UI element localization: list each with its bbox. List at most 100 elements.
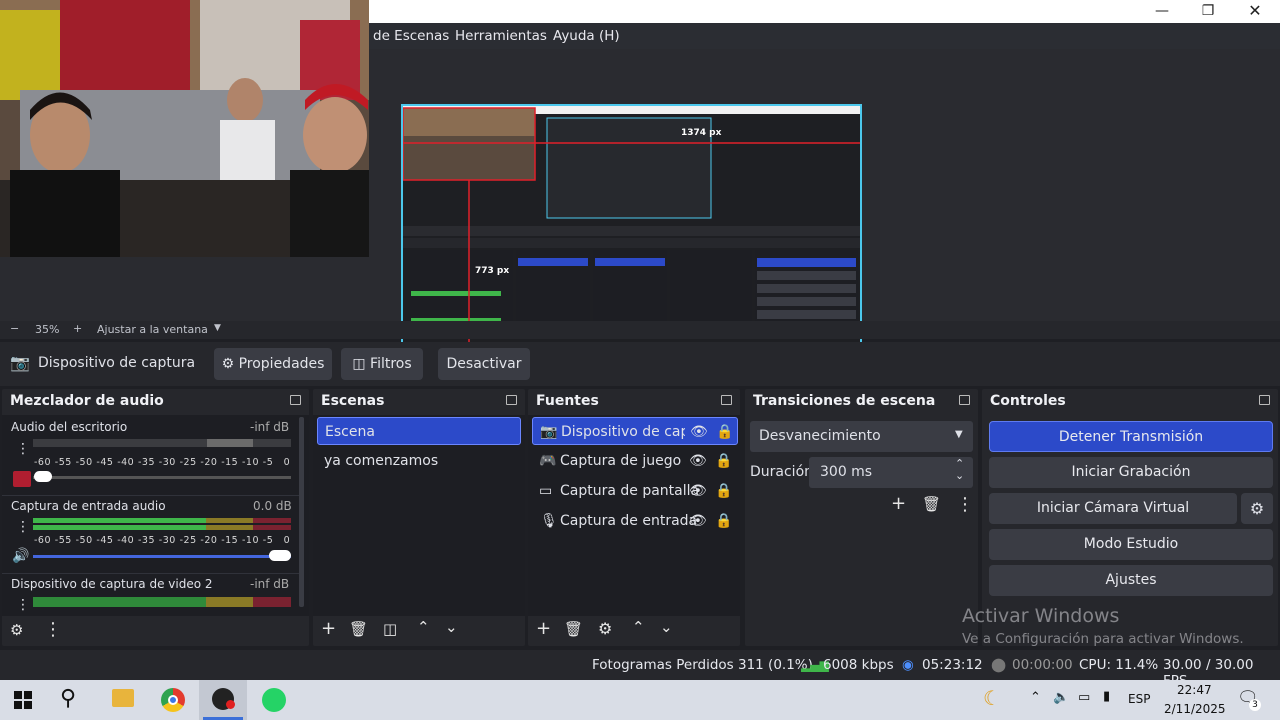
bitrate: 6008 kbps bbox=[823, 657, 894, 673]
file-explorer-icon[interactable] bbox=[112, 689, 134, 707]
chevron-down-icon[interactable]: ▼ bbox=[214, 323, 221, 333]
chevron-down-icon[interactable]: ⌄ bbox=[660, 618, 673, 636]
transition-select[interactable]: Desvanecimiento ▼ bbox=[750, 421, 973, 452]
dock-float-icon[interactable] bbox=[506, 395, 517, 405]
dock-float-icon[interactable] bbox=[1259, 395, 1270, 405]
gear-icon[interactable]: ⚙ bbox=[598, 619, 612, 638]
stop-streaming-button[interactable]: Detener Transmisión bbox=[989, 421, 1273, 452]
properties-button[interactable]: ⚙ Propiedades bbox=[214, 348, 332, 380]
duration-spinbox[interactable]: 300 ms ⌃ ⌄ bbox=[809, 457, 973, 488]
eye-icon[interactable]: 👁 bbox=[689, 477, 707, 505]
eye-icon[interactable]: 👁 bbox=[690, 418, 708, 446]
channel-level: -inf dB bbox=[250, 420, 290, 434]
chrome-icon[interactable] bbox=[161, 688, 185, 712]
broadcast-icon: ◉ bbox=[902, 657, 914, 673]
volume-slider[interactable] bbox=[33, 476, 291, 479]
camera-icon: 📷 bbox=[10, 353, 30, 372]
volume-handle[interactable] bbox=[34, 471, 52, 482]
scene-item[interactable]: ya comenzamos bbox=[317, 447, 521, 475]
minimize-button[interactable]: — bbox=[1139, 0, 1185, 23]
source-label: Captura de pantalla bbox=[560, 483, 700, 499]
chevron-down-icon[interactable]: ⌄ bbox=[445, 618, 458, 636]
kebab-menu-icon[interactable]: ⋮ bbox=[16, 597, 30, 613]
network-icon[interactable]: ▭ bbox=[1078, 690, 1090, 705]
chevron-up-icon[interactable]: ⌃ bbox=[632, 618, 645, 636]
height-guide-label: 773 px bbox=[475, 266, 510, 276]
peak-meter bbox=[207, 439, 253, 447]
battery-icon[interactable]: ▮ bbox=[1103, 689, 1110, 704]
settings-button[interactable]: Ajustes bbox=[989, 565, 1273, 596]
chevron-up-icon[interactable]: ⌃ bbox=[1030, 690, 1041, 705]
source-item[interactable]: ▭ Captura de pantalla 👁 🔒 bbox=[532, 477, 738, 505]
start-recording-button[interactable]: Iniciar Grabación bbox=[989, 457, 1273, 488]
whatsapp-icon[interactable] bbox=[262, 688, 286, 712]
fit-window-button[interactable]: Ajustar a la ventana bbox=[97, 323, 208, 336]
deactivate-button[interactable]: Desactivar bbox=[438, 348, 530, 380]
filters-button[interactable]: ◫ Filtros bbox=[341, 348, 423, 380]
add-icon[interactable]: + bbox=[891, 493, 906, 514]
virtual-camera-settings-gear-icon[interactable]: ⚙ bbox=[1241, 493, 1273, 524]
dock-float-icon[interactable] bbox=[721, 395, 732, 405]
clock-time[interactable]: 22:47 bbox=[1177, 683, 1212, 697]
dock-float-icon[interactable] bbox=[290, 395, 301, 405]
lock-icon[interactable]: 🔒 bbox=[715, 477, 732, 505]
search-icon[interactable]: ⚲ bbox=[60, 686, 76, 711]
obs-taskbar-icon[interactable] bbox=[199, 680, 247, 720]
advanced-audio-gear-icon[interactable]: ⚙ bbox=[10, 621, 23, 639]
mixer-scrollbar[interactable] bbox=[299, 417, 304, 607]
source-label: Dispositivo de captu bbox=[561, 424, 685, 440]
db-tick-label: -25 bbox=[179, 457, 197, 468]
moon-icon[interactable]: ☾ bbox=[983, 686, 1001, 710]
trash-icon[interactable]: 🗑 bbox=[349, 620, 368, 638]
trash-icon[interactable]: 🗑 bbox=[564, 620, 583, 638]
zoom-in-button[interactable]: + bbox=[73, 322, 82, 335]
source-toolbar: 📷 Dispositivo de captura de v ⚙ Propieda… bbox=[0, 342, 1280, 386]
language-indicator[interactable]: ESP bbox=[1128, 692, 1150, 706]
kebab-menu-icon[interactable]: ⋮ bbox=[956, 494, 974, 515]
menu-tools[interactable]: Herramientas bbox=[455, 23, 547, 49]
preview-canvas[interactable]: 1374 px 773 px bbox=[0, 0, 1280, 364]
studio-mode-button[interactable]: Modo Estudio bbox=[989, 529, 1273, 560]
db-tick-label: -55 bbox=[54, 535, 72, 546]
source-item[interactable]: 🎙 Captura de entrada 👁 🔒 bbox=[532, 507, 738, 535]
mixer-menu-icon[interactable]: ⋮ bbox=[44, 619, 62, 640]
add-icon[interactable]: + bbox=[321, 618, 336, 639]
lock-icon[interactable]: 🔒 bbox=[716, 418, 733, 446]
maximize-button[interactable]: ❐ bbox=[1185, 0, 1231, 23]
gear-icon: ⚙ bbox=[221, 356, 235, 372]
zoom-out-button[interactable]: − bbox=[10, 322, 19, 335]
speaker-icon[interactable]: 🔊 bbox=[12, 548, 29, 564]
db-tick-label: -30 bbox=[158, 457, 176, 468]
add-icon[interactable]: + bbox=[536, 618, 551, 639]
menu-scene-collection[interactable]: de Escenas bbox=[373, 23, 449, 49]
trash-icon[interactable]: 🗑 bbox=[922, 495, 941, 513]
volume-icon[interactable]: 🔈 bbox=[1053, 690, 1069, 705]
close-button[interactable]: ✕ bbox=[1232, 0, 1278, 23]
transitions-dock: Transiciones de escena Desvanecimiento ▼… bbox=[745, 389, 978, 646]
channel-level: 0.0 dB bbox=[253, 499, 292, 513]
kebab-menu-icon[interactable]: ⋮ bbox=[16, 441, 30, 457]
menu-help[interactable]: Ayuda (H) bbox=[553, 23, 620, 49]
source-item[interactable]: 🎮 Captura de juego 👁 🔒 bbox=[532, 447, 738, 475]
windows-start-icon[interactable] bbox=[14, 691, 32, 709]
volume-slider[interactable] bbox=[33, 555, 291, 558]
clock-date[interactable]: 2/11/2025 bbox=[1164, 702, 1226, 716]
activation-watermark-title: Activar Windows bbox=[962, 605, 1120, 627]
properties-label: Propiedades bbox=[238, 356, 325, 372]
scene-item[interactable]: Escena bbox=[317, 417, 521, 445]
eye-icon[interactable]: 👁 bbox=[689, 447, 707, 475]
source-item[interactable]: 📷 Dispositivo de captu 👁 🔒 bbox=[532, 417, 738, 445]
start-virtual-camera-button[interactable]: Iniciar Cámara Virtual bbox=[989, 493, 1237, 524]
muted-speaker-icon[interactable] bbox=[13, 471, 31, 487]
eye-icon[interactable]: 👁 bbox=[689, 507, 707, 535]
dock-float-icon[interactable] bbox=[959, 395, 970, 405]
volume-handle[interactable] bbox=[269, 550, 291, 561]
chevron-up-icon[interactable]: ⌃ bbox=[417, 618, 430, 636]
record-icon: ⬤ bbox=[991, 657, 1007, 673]
filters-icon[interactable]: ◫ bbox=[383, 620, 397, 638]
lock-icon[interactable]: 🔒 bbox=[715, 447, 732, 475]
lock-icon[interactable]: 🔒 bbox=[715, 507, 732, 535]
spin-down-icon[interactable]: ⌄ bbox=[955, 469, 964, 482]
zoom-level: 35% bbox=[35, 323, 60, 336]
kebab-menu-icon[interactable]: ⋮ bbox=[16, 519, 30, 535]
